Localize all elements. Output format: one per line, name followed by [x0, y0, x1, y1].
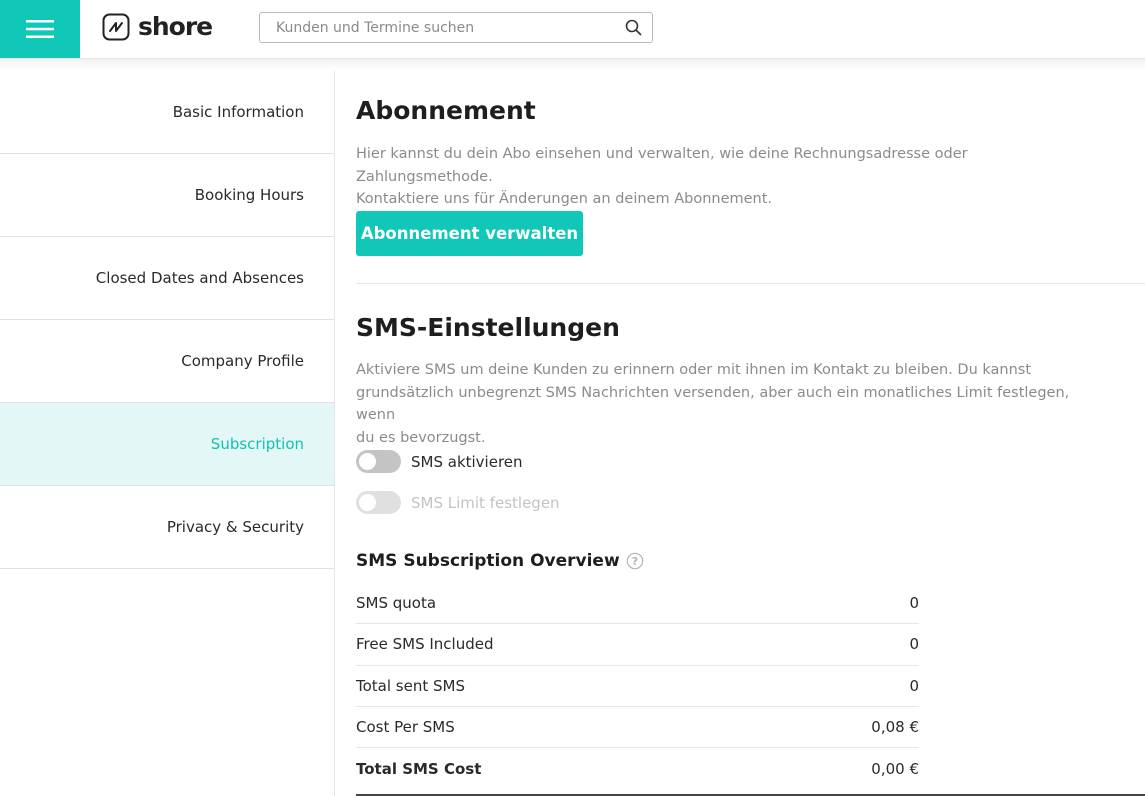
sms-overview-table: SMS quota 0 Free SMS Included 0 Total se… [356, 583, 919, 789]
sms-limit-label: SMS Limit festlegen [411, 493, 560, 512]
row-label: SMS quota [356, 594, 437, 613]
toggle-knob [359, 494, 376, 511]
row-label: Cost Per SMS [356, 718, 455, 737]
table-row: SMS quota 0 [356, 583, 919, 625]
logo-text: shore [138, 12, 213, 41]
logo[interactable]: shore [102, 12, 213, 41]
help-icon[interactable]: ? [626, 552, 644, 570]
sms-overview-heading: SMS Subscription Overview ? [356, 551, 644, 571]
sms-settings-title: SMS-Einstellungen [356, 313, 620, 342]
sms-limit-row: SMS Limit festlegen [356, 491, 560, 514]
sidebar-item-label: Basic Information [172, 103, 304, 121]
sidebar-item-label: Privacy & Security [166, 518, 304, 536]
toggle-knob [359, 453, 376, 470]
sms-description-line: du es bevorzugst. [356, 429, 486, 446]
table-row-total: Total SMS Cost 0,00 € [356, 748, 919, 789]
sms-description-line: grundsätzlich unbegrenzt SMS Nachrichten… [356, 384, 1070, 424]
row-value: 0 [909, 594, 919, 613]
row-value: 0 [909, 676, 919, 695]
sms-activate-row: SMS aktivieren [356, 450, 523, 473]
row-label: Free SMS Included [356, 635, 494, 654]
search-input[interactable] [260, 13, 620, 42]
sidebar-item-label: Booking Hours [194, 186, 304, 204]
hamburger-icon [26, 20, 54, 38]
table-row: Cost Per SMS 0,08 € [356, 707, 919, 749]
sidebar-item-closed-dates[interactable]: Closed Dates and Absences [0, 237, 334, 320]
sms-overview-title: SMS Subscription Overview [356, 551, 620, 571]
table-row: Free SMS Included 0 [356, 624, 919, 666]
sms-activate-label: SMS aktivieren [411, 452, 523, 471]
row-label: Total sent SMS [356, 676, 465, 695]
manage-subscription-button[interactable]: Abonnement verwalten [356, 211, 583, 256]
subscription-description-line: Kontaktiere uns für Änderungen an deinem… [356, 191, 773, 207]
sms-limit-toggle[interactable] [356, 491, 401, 514]
menu-button[interactable] [0, 0, 80, 58]
row-value: 0 [909, 635, 919, 654]
sidebar-item-label: Company Profile [181, 352, 304, 370]
row-label: Total SMS Cost [356, 759, 482, 778]
shore-logo-icon [102, 13, 130, 40]
section-divider [356, 283, 1145, 284]
top-header: shore [0, 0, 1145, 59]
sidebar-item-subscription[interactable]: Subscription [0, 403, 334, 486]
sidebar-item-label: Subscription [210, 435, 304, 453]
search-box [259, 12, 653, 43]
header-shadow [0, 59, 1145, 71]
sms-activate-toggle[interactable] [356, 450, 401, 473]
sms-description-line: Aktiviere SMS um deine Kunden zu erinner… [356, 362, 1032, 378]
svg-text:?: ? [631, 555, 637, 568]
sidebar-item-label: Closed Dates and Absences [95, 269, 304, 287]
sidebar-item-company-profile[interactable]: Company Profile [0, 320, 334, 403]
sidebar-item-privacy-security[interactable]: Privacy & Security [0, 486, 334, 569]
subscription-title: Abonnement [356, 96, 536, 125]
table-row: Total sent SMS 0 [356, 666, 919, 707]
row-value: 0,00 € [871, 759, 919, 778]
sidebar-item-basic-information[interactable]: Basic Information [0, 71, 334, 154]
sms-settings-description: Aktiviere SMS um deine Kunden zu erinner… [356, 359, 1101, 449]
search-icon[interactable] [625, 19, 642, 36]
row-value: 0,08 € [871, 718, 919, 737]
subscription-description: Hier kannst du dein Abo einsehen und ver… [356, 143, 1101, 211]
sidebar-item-booking-hours[interactable]: Booking Hours [0, 154, 334, 237]
settings-sidebar: Basic Information Booking Hours Closed D… [0, 71, 335, 796]
subscription-description-line: Hier kannst du dein Abo einsehen und ver… [356, 146, 968, 185]
